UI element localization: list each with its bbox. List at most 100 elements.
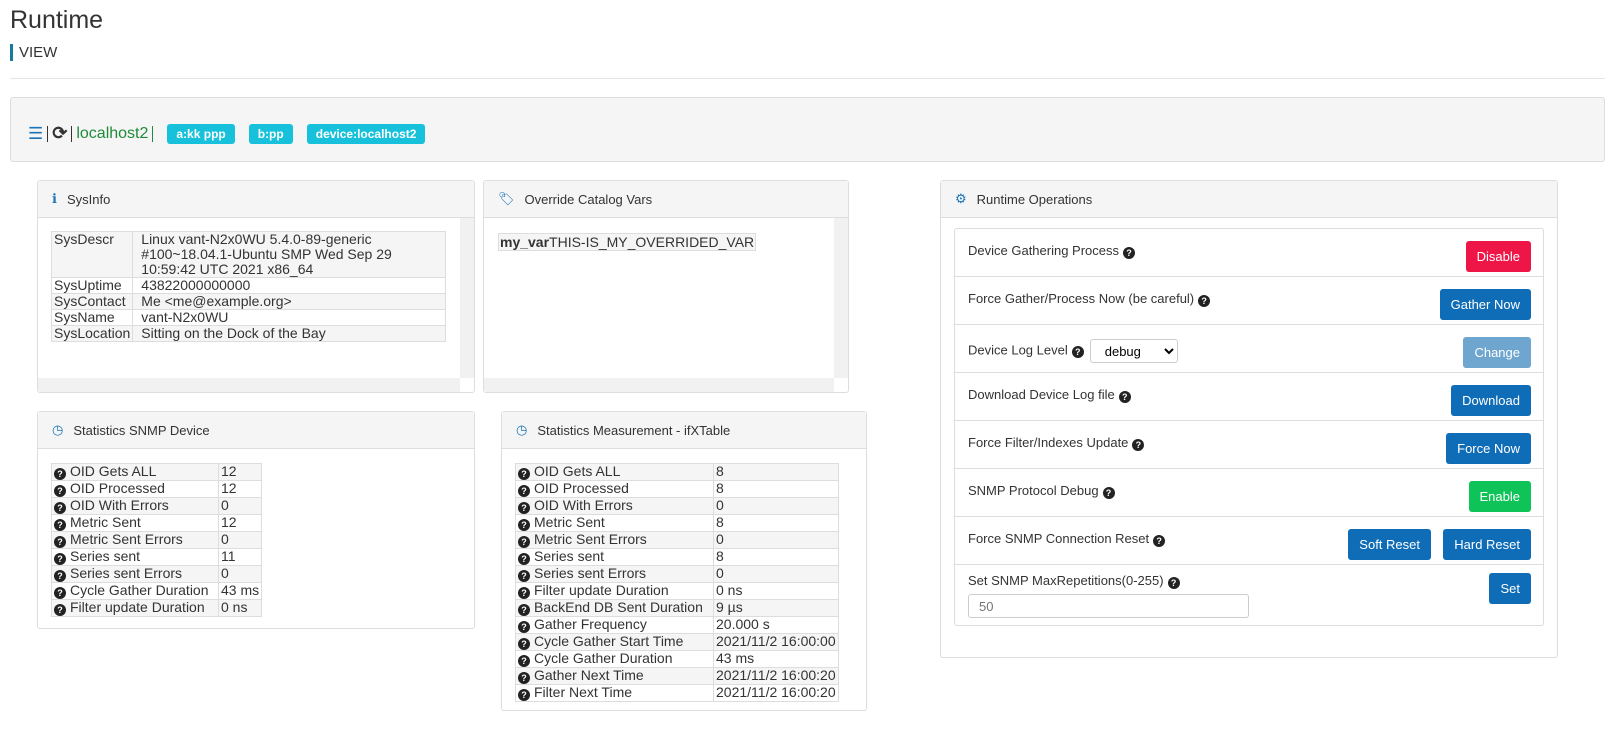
table-row: ? Gather Next Time 2021/11/2 16:00:20	[515, 667, 839, 685]
table-row: SysName vant-N2x0WU	[50, 309, 446, 326]
row-value: 8	[713, 463, 839, 481]
help-icon[interactable]: ?	[54, 553, 66, 565]
force-now-button[interactable]: Force Now	[1446, 433, 1531, 464]
row-label-text: SysLocation	[54, 325, 131, 341]
panel-title: Statistics SNMP Device	[73, 422, 210, 438]
operation-row: Device Gathering Process? Disable	[955, 229, 1543, 277]
help-icon[interactable]: ?	[1102, 487, 1115, 499]
change-button[interactable]: Change	[1463, 337, 1531, 368]
stats-device-table: ? OID Gets ALL 12? OID Processed 12? OID With…	[51, 463, 263, 617]
row-value: 12	[217, 463, 263, 481]
table-row: ? BackEnd DB Sent Duration 9 µs	[515, 599, 839, 617]
row-label-text: Metric Sent Errors	[534, 531, 647, 547]
row-value: 12	[217, 480, 263, 498]
help-icon[interactable]: ?	[518, 468, 530, 480]
row-label: ? Metric Sent	[515, 514, 714, 532]
table-row: ? Cycle Gather Duration 43 ms	[515, 650, 839, 668]
help-icon[interactable]: ?	[1118, 391, 1131, 403]
help-icon[interactable]: ?	[1123, 247, 1136, 259]
row-label-text: OID With Errors	[70, 497, 169, 513]
row-label-text: OID Processed	[70, 480, 165, 496]
table-row: ? Gather Frequency 20.000 s	[515, 616, 839, 634]
row-label-text: OID Gets ALL	[534, 463, 621, 479]
help-icon[interactable]: ?	[1167, 577, 1180, 589]
row-label-text: SysName	[54, 309, 115, 325]
horizontal-scrollbar[interactable]	[38, 378, 460, 392]
vertical-scrollbar[interactable]	[834, 218, 848, 378]
help-icon[interactable]: ?	[1132, 439, 1145, 451]
table-row: ? OID With Errors 0	[51, 497, 263, 515]
help-icon[interactable]: ?	[518, 502, 530, 514]
hard-reset-button[interactable]: Hard Reset	[1443, 529, 1531, 560]
disable-button[interactable]: Disable	[1465, 241, 1531, 272]
panel-title: Runtime Operations	[976, 191, 1093, 207]
stats-measurement-panel: ◷ Statistics Measurement - ifXTable ? OID …	[501, 411, 867, 711]
help-icon[interactable]: ?	[54, 570, 66, 582]
row-label: ? Series sent Errors	[515, 565, 714, 583]
row-value: 0 ns	[217, 599, 263, 617]
help-icon[interactable]: ?	[54, 502, 66, 514]
horizontal-scrollbar[interactable]	[484, 378, 834, 392]
table-row: SysLocation Sitting on the Dock of the Ba…	[50, 325, 446, 342]
help-icon[interactable]: ?	[518, 689, 530, 701]
help-icon[interactable]: ?	[54, 604, 66, 616]
device-host-link[interactable]: localhost2	[76, 125, 148, 143]
divider	[47, 125, 49, 142]
help-icon[interactable]: ?	[518, 553, 530, 565]
help-icon[interactable]: ?	[54, 536, 66, 548]
help-icon[interactable]: ?	[518, 519, 530, 531]
max-repetitions-input[interactable]	[968, 594, 1249, 618]
row-label: ? Series sent	[51, 548, 219, 566]
device-toolbar: ☰ ⟳ localhost2 a:kk ppp b:pp device:loca…	[10, 97, 1605, 162]
help-icon[interactable]: ?	[518, 672, 530, 684]
operation-row: Force SNMP Connection Reset? Hard Reset So…	[955, 517, 1543, 565]
gather-now-button[interactable]: Gather Now	[1439, 289, 1531, 320]
help-icon[interactable]: ?	[1153, 535, 1166, 547]
table-row: ? Filter update Duration 0 ns	[51, 599, 263, 617]
help-icon[interactable]: ?	[518, 587, 530, 599]
help-icon[interactable]: ?	[518, 655, 530, 667]
override-vars-panel: 🏷 Override Catalog Vars my_varTHIS-IS_MY_…	[483, 180, 849, 393]
row-label: ? OID Gets ALL	[515, 463, 714, 481]
row-label-text: Filter Next Time	[534, 684, 633, 700]
help-icon[interactable]: ?	[518, 485, 530, 497]
help-icon[interactable]: ?	[54, 519, 66, 531]
row-label-text: Series sent	[70, 548, 141, 564]
row-value: 0	[713, 531, 839, 549]
row-label-text: Cycle Gather Duration	[534, 650, 673, 666]
help-icon[interactable]: ?	[1071, 346, 1084, 359]
help-icon[interactable]: ?	[54, 587, 66, 599]
divider	[152, 125, 154, 142]
download-button[interactable]: Download	[1451, 385, 1531, 416]
server-icon[interactable]: ☰	[28, 124, 43, 144]
log-level-select[interactable]: debug	[1089, 339, 1178, 363]
enable-button[interactable]: Enable	[1468, 481, 1531, 512]
row-value: 0	[713, 497, 839, 515]
row-label-text: Filter update Duration	[534, 582, 669, 598]
refresh-icon[interactable]: ⟳	[52, 123, 67, 144]
help-icon[interactable]: ?	[518, 536, 530, 548]
panel-title: Statistics Measurement - ifXTable	[537, 422, 731, 438]
help-icon[interactable]: ?	[1198, 295, 1211, 307]
help-icon[interactable]: ?	[518, 570, 530, 582]
row-value: Sitting on the Dock of the Bay	[132, 325, 446, 342]
dashboard-icon: ◷	[52, 422, 64, 437]
help-icon[interactable]: ?	[54, 485, 66, 497]
set-button[interactable]: Set	[1489, 573, 1531, 604]
tag-badge: a:kk ppp	[167, 123, 235, 144]
vertical-scrollbar[interactable]	[460, 218, 474, 378]
row-value: 0 ns	[713, 582, 839, 600]
runtime-operations-panel: ⚙ Runtime Operations Device Gathering Pro…	[940, 180, 1558, 658]
help-icon[interactable]: ?	[518, 604, 530, 616]
help-icon[interactable]: ?	[518, 638, 530, 650]
panel-title: SysInfo	[66, 191, 111, 207]
help-icon[interactable]: ?	[54, 468, 66, 480]
soft-reset-button[interactable]: Soft Reset	[1348, 529, 1431, 560]
sysinfo-table: SysDescr Linux vant-N2x0WU 5.4.0-89-gener…	[50, 231, 446, 342]
row-label: ? BackEnd DB Sent Duration	[515, 599, 714, 617]
row-label: ? OID Processed	[51, 480, 219, 498]
row-value: vant-N2x0WU	[132, 309, 446, 326]
help-icon[interactable]: ?	[518, 621, 530, 633]
table-row: ? Series sent Errors 0	[51, 565, 263, 583]
operation-label: Force Filter/Indexes Update	[968, 435, 1129, 450]
